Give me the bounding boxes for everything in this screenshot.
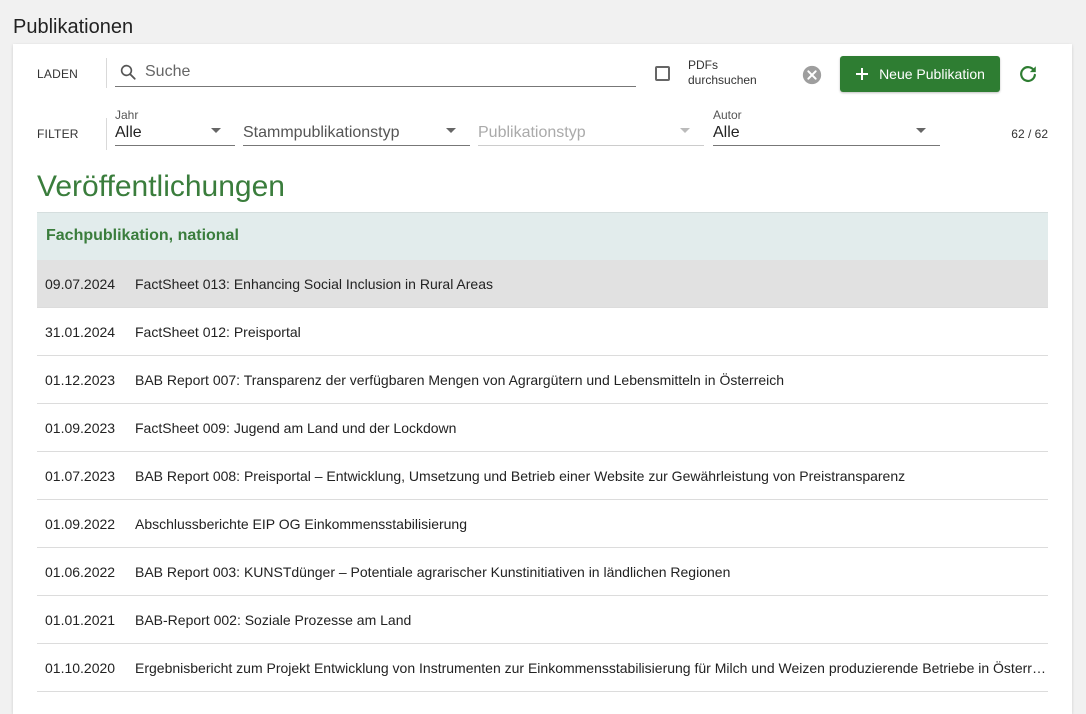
publication-date: 01.09.2023 [45,419,116,436]
publications-card: LADEN PDFs durchsuchen Neue Publikation … [13,44,1072,714]
publication-title: BAB Report 008: Preisportal – Entwicklun… [135,467,906,484]
publication-row[interactable]: 31.01.2024 FactSheet 012: Preisportal [37,308,1048,356]
publication-date: 01.12.2023 [45,371,116,388]
author-select-value: Alle [713,124,740,141]
publication-date: 01.01.2021 [45,611,116,628]
publication-date: 31.01.2024 [45,323,116,340]
year-select-label: Jahr [115,108,139,122]
publication-title: BAB-Report 002: Soziale Prozesse am Land [135,611,412,628]
publication-date: 09.07.2024 [45,275,116,292]
author-select-label: Autor [713,108,742,122]
pdf-search-checkbox[interactable] [655,66,670,81]
chevron-down-icon [211,128,221,133]
filter-separator [106,118,107,150]
publication-row[interactable]: 01.07.2023 BAB Report 008: Preisportal –… [37,452,1048,500]
publication-title: FactSheet 013: Enhancing Social Inclusio… [135,275,493,292]
base-type-select-value: Stammpublikationstyp [243,124,400,141]
publication-title: Ergebnisbericht zum Projekt Entwicklung … [135,659,1048,676]
load-label: LADEN [37,67,79,81]
publication-row[interactable]: 01.06.2022 BAB Report 003: KUNSTdünger –… [37,548,1048,596]
publication-date: 01.07.2023 [45,467,116,484]
load-separator [106,58,107,88]
publication-title: Abschlussberichte EIP OG Einkommensstabi… [135,515,468,532]
plus-icon [856,68,869,80]
publication-row[interactable]: 09.07.2024 FactSheet 013: Enhancing Soci… [37,260,1048,308]
publication-row[interactable]: 01.12.2023 BAB Report 007: Transparenz d… [37,356,1048,404]
section-heading: Veröffentlichungen [37,170,285,203]
chevron-down-icon [446,128,456,133]
publication-title: FactSheet 009: Jugend am Land und der Lo… [135,419,457,436]
clear-icon[interactable] [801,64,823,86]
publication-date: 01.09.2022 [45,515,116,532]
year-select[interactable]: Jahr Alle [115,108,235,146]
publication-type-select: Publikationstyp [478,108,704,146]
publication-date: 01.10.2020 [45,659,116,676]
publication-row[interactable]: 01.10.2020 Ergebnisbericht zum Projekt E… [37,644,1048,692]
pdf-search-label[interactable]: PDFs durchsuchen [688,58,778,88]
publication-date: 01.06.2022 [45,563,116,580]
chevron-down-icon [680,128,690,133]
new-publication-button[interactable]: Neue Publikation [840,56,1000,92]
publication-row[interactable]: 01.09.2023 FactSheet 009: Jugend am Land… [37,404,1048,452]
publication-type-select-value: Publikationstyp [478,124,586,141]
publication-title: BAB Report 003: KUNSTdünger – Potentiale… [135,563,731,580]
page-title: Publikationen [13,16,134,38]
search-field[interactable] [115,58,636,87]
base-type-select[interactable]: Stammpublikationstyp [243,108,470,146]
publication-group: Fachpublikation, national 09.07.2024 Fac… [37,212,1048,692]
group-header[interactable]: Fachpublikation, national [37,212,1048,260]
result-count: 62 / 62 [1011,127,1048,141]
search-input[interactable] [145,60,625,84]
publication-row[interactable]: 01.09.2022 Abschlussberichte EIP OG Eink… [37,500,1048,548]
search-icon [120,64,136,80]
year-select-value: Alle [115,124,142,141]
publication-row[interactable]: 01.01.2021 BAB-Report 002: Soziale Proze… [37,596,1048,644]
publication-title: BAB Report 007: Transparenz der verfügba… [135,371,785,388]
new-publication-label: Neue Publikation [879,66,985,82]
publication-title: FactSheet 012: Preisportal [135,323,301,340]
chevron-down-icon [916,128,926,133]
filter-label: FILTER [37,127,79,141]
refresh-icon[interactable] [1017,63,1039,85]
author-select[interactable]: Autor Alle [713,108,940,146]
